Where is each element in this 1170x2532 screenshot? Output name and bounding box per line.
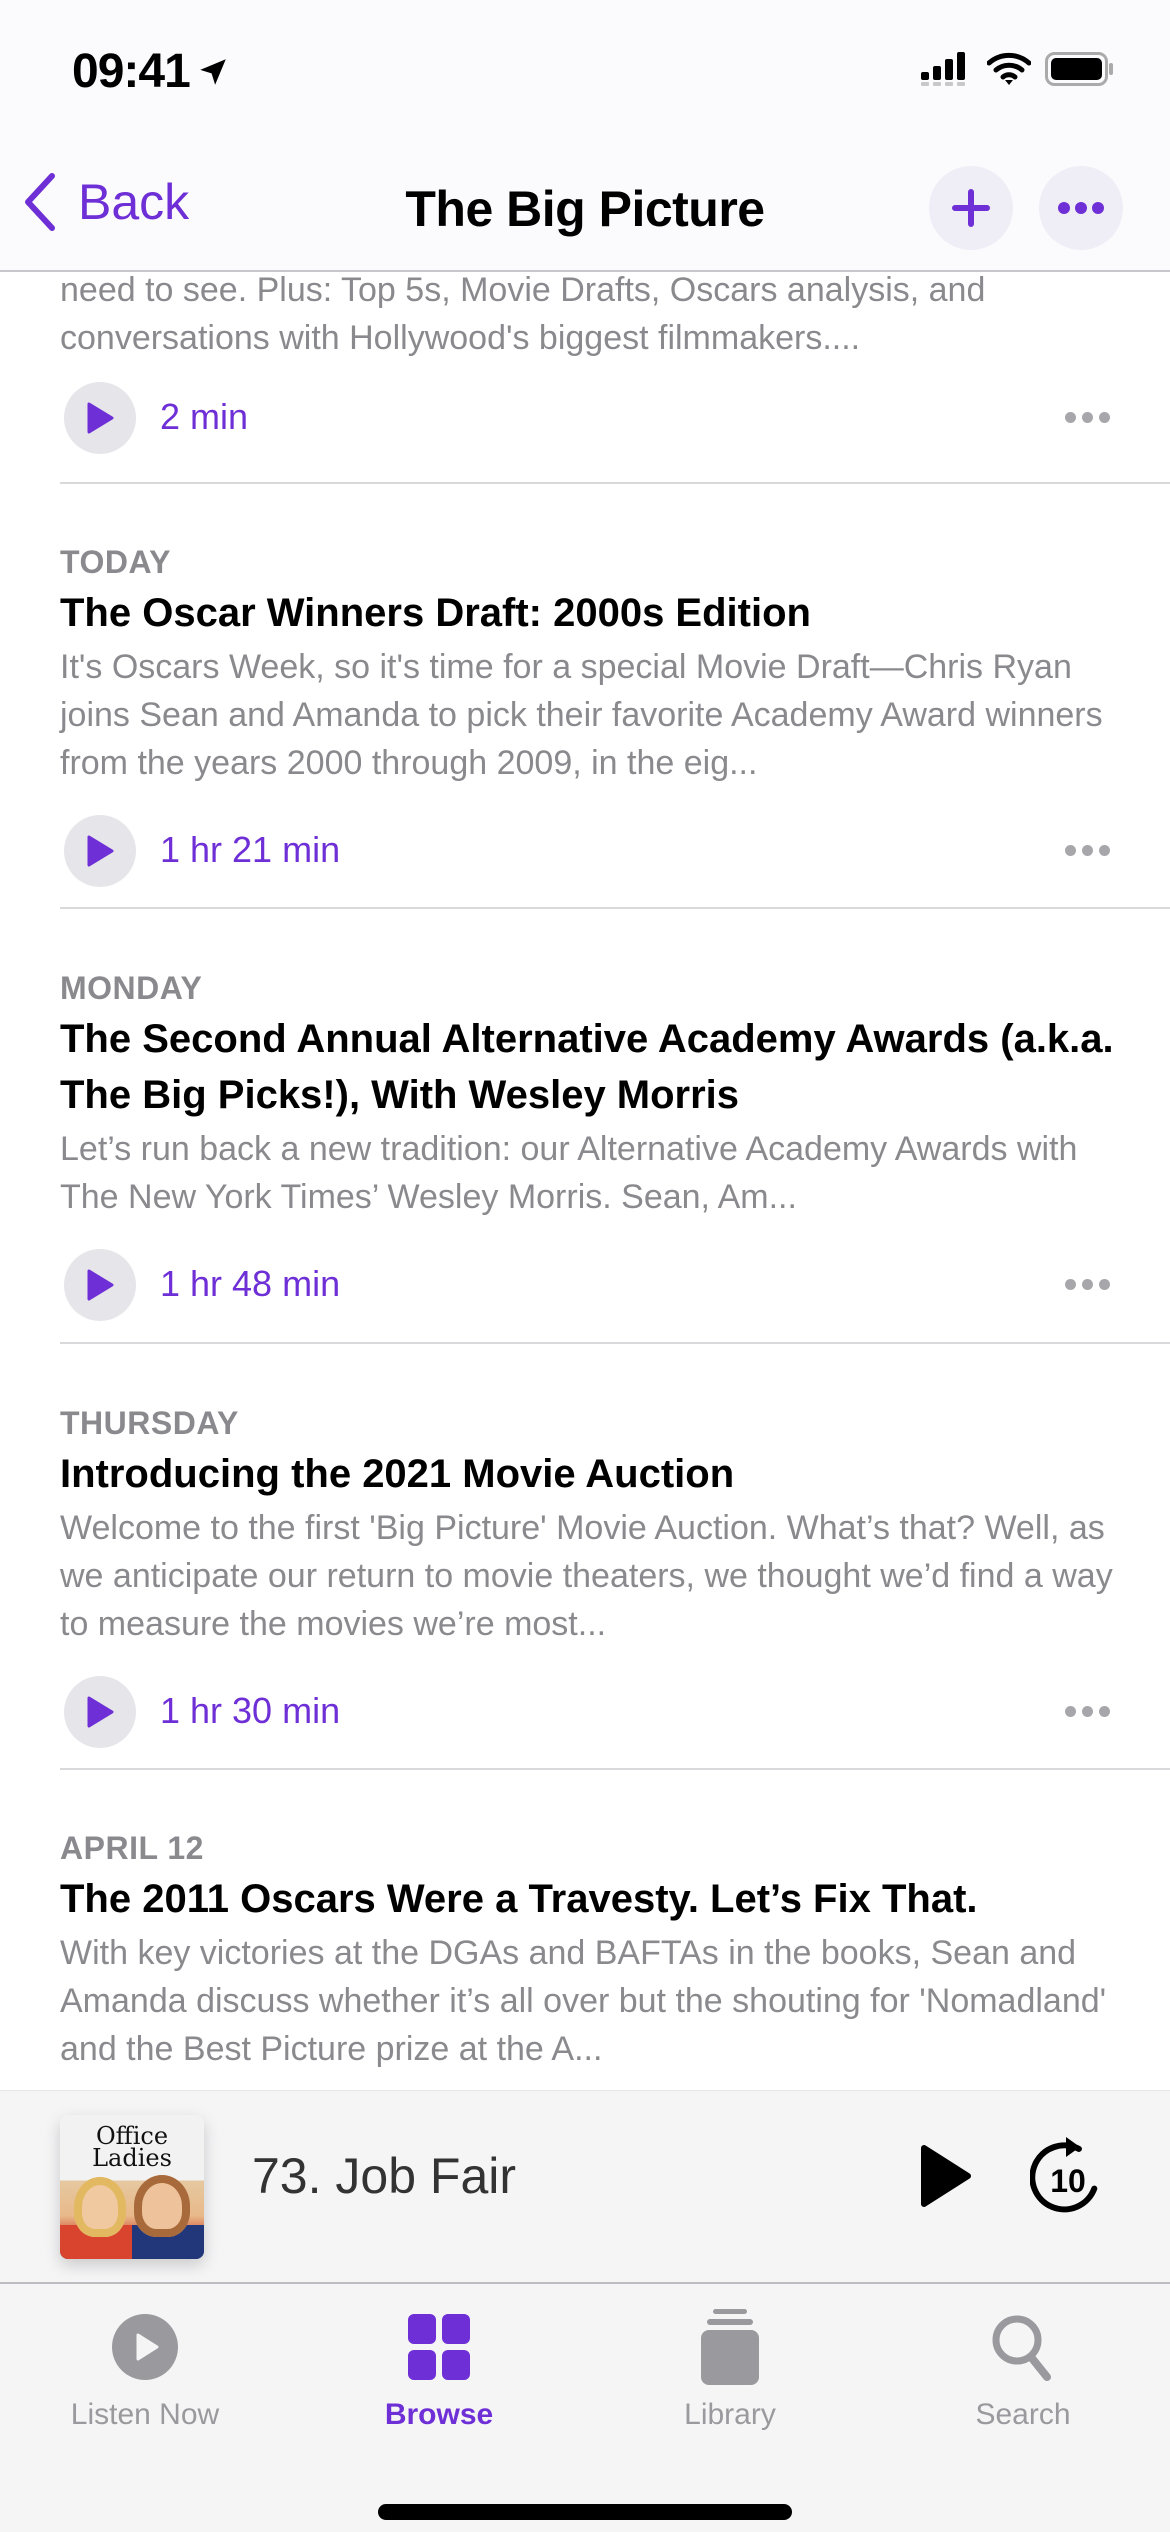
episode-play-button[interactable] xyxy=(64,1249,136,1321)
tab-search[interactable]: Search xyxy=(893,2302,1153,2432)
artwork-title-line: Ladies xyxy=(92,2144,172,2172)
dot-icon xyxy=(1065,412,1076,423)
episode-date: THURSDAY xyxy=(60,1405,239,1441)
episode-more-button[interactable] xyxy=(1065,845,1110,856)
dot-icon xyxy=(1082,412,1093,423)
episode-controls: 1 hr 30 min xyxy=(60,1672,1170,1752)
tab-bar: Listen Now Browse Library Search xyxy=(0,2282,1170,2532)
clock: 09:41 xyxy=(72,45,191,98)
play-icon xyxy=(87,402,114,434)
episode-item[interactable]: THURSDAY Introducing the 2021 Movie Auct… xyxy=(60,1405,1170,1752)
cellular-signal-icon xyxy=(921,52,965,86)
tab-library[interactable]: Library xyxy=(600,2302,860,2432)
episode-date: TODAY xyxy=(60,544,171,580)
mini-play-button[interactable] xyxy=(918,2143,974,2214)
battery-icon xyxy=(1045,52,1113,86)
artwork-figure xyxy=(134,2175,190,2237)
episode-more-button[interactable] xyxy=(1065,412,1110,423)
episode-list: need to see. Plus: Top 5s, Movie Drafts,… xyxy=(0,272,1170,2090)
episode-description: Let’s run back a new tradition: our Alte… xyxy=(60,1130,1078,1216)
episode-play-button[interactable] xyxy=(64,815,136,887)
library-stack-icon xyxy=(701,2309,759,2385)
play-icon xyxy=(87,835,114,867)
episode-description: With key victories at the DGAs and BAFTA… xyxy=(60,1934,1107,2068)
episode-description: Welcome to the first 'Big Picture' Movie… xyxy=(60,1509,1113,1643)
play-circle-icon xyxy=(112,2314,178,2380)
dot-icon xyxy=(1099,1279,1110,1290)
more-options-button[interactable] xyxy=(1039,166,1123,250)
dot-icon xyxy=(1065,1706,1076,1717)
episode-item[interactable]: TODAY The Oscar Winners Draft: 2000s Edi… xyxy=(60,544,1170,891)
play-icon xyxy=(921,2145,971,2207)
navigation-bar: Back The Big Picture xyxy=(0,150,1170,272)
episode-item-partial[interactable]: need to see. Plus: Top 5s, Movie Drafts,… xyxy=(60,272,1170,458)
episode-title[interactable]: The Oscar Winners Draft: 2000s Edition xyxy=(60,585,1120,641)
dot-icon xyxy=(1082,845,1093,856)
skip-seconds: 10 xyxy=(1050,2163,1086,2199)
magnifier-icon xyxy=(992,2315,1051,2381)
episode-description: need to see. Plus: Top 5s, Movie Drafts,… xyxy=(60,272,986,357)
ellipsis-icon xyxy=(1058,202,1104,214)
dot-icon xyxy=(1065,845,1076,856)
dot-icon xyxy=(1099,845,1110,856)
tab-label: Browse xyxy=(384,2398,494,2431)
episode-controls: 2 min xyxy=(60,378,1170,458)
divider xyxy=(60,482,1170,484)
play-icon xyxy=(87,1696,114,1728)
grid-icon xyxy=(408,2314,470,2380)
artwork-figure xyxy=(74,2177,126,2237)
podcast-artwork[interactable]: Office Ladies xyxy=(60,2115,204,2259)
tab-browse[interactable]: Browse xyxy=(309,2302,569,2432)
episode-item[interactable]: APRIL 12 The 2011 Oscars Were a Travesty… xyxy=(60,1830,1170,2073)
dot-icon xyxy=(1099,412,1110,423)
episode-title[interactable]: The 2011 Oscars Were a Travesty. Let’s F… xyxy=(60,1871,1120,1927)
dot-icon xyxy=(1099,1706,1110,1717)
skip-forward-button[interactable]: 10 xyxy=(1029,2133,1106,2222)
wifi-icon xyxy=(987,52,1031,85)
episode-controls: 1 hr 21 min xyxy=(60,811,1170,891)
add-button[interactable] xyxy=(929,166,1013,250)
skip-forward-10-icon: 10 xyxy=(1029,2137,1098,2213)
episode-title[interactable]: The Second Annual Alternative Academy Aw… xyxy=(60,1011,1120,1123)
episode-date: APRIL 12 xyxy=(60,1830,204,1866)
status-indicators xyxy=(921,52,1115,86)
episode-more-button[interactable] xyxy=(1065,1279,1110,1290)
episode-duration: 1 hr 21 min xyxy=(160,829,341,870)
divider xyxy=(60,907,1170,909)
divider xyxy=(60,1768,1170,1770)
home-indicator[interactable] xyxy=(378,2504,792,2520)
status-time: 09:41 xyxy=(72,44,230,99)
episode-play-button[interactable] xyxy=(64,382,136,454)
episode-more-button[interactable] xyxy=(1065,1706,1110,1717)
location-arrow-icon xyxy=(200,58,226,85)
now-playing-title[interactable]: 73. Job Fair xyxy=(252,2147,516,2205)
tab-label: Listen Now xyxy=(70,2398,220,2431)
episode-item[interactable]: MONDAY The Second Annual Alternative Aca… xyxy=(60,970,1170,1325)
status-bar: 09:41 xyxy=(0,0,1170,150)
episode-duration: 2 min xyxy=(160,396,249,437)
dot-icon xyxy=(1065,1279,1076,1290)
episode-play-button[interactable] xyxy=(64,1676,136,1748)
divider xyxy=(60,1342,1170,1344)
episode-title[interactable]: Introducing the 2021 Movie Auction xyxy=(60,1446,1120,1502)
dot-icon xyxy=(1082,1279,1093,1290)
tab-label: Library xyxy=(684,2398,776,2431)
episode-duration: 1 hr 30 min xyxy=(160,1690,341,1731)
play-icon xyxy=(87,1269,114,1301)
episode-date: MONDAY xyxy=(60,970,203,1006)
tab-label: Search xyxy=(975,2398,1071,2431)
episode-duration: 1 hr 48 min xyxy=(160,1263,341,1304)
tab-listen-now[interactable]: Listen Now xyxy=(15,2302,275,2432)
dot-icon xyxy=(1082,1706,1093,1717)
episode-controls: 1 hr 48 min xyxy=(60,1245,1170,1325)
artwork-title: Office Ladies xyxy=(60,2124,204,2172)
plus-icon xyxy=(952,189,990,227)
episode-description: It's Oscars Week, so it's time for a spe… xyxy=(60,648,1103,782)
mini-player[interactable]: Office Ladies 73. Job Fair 10 xyxy=(0,2090,1170,2282)
